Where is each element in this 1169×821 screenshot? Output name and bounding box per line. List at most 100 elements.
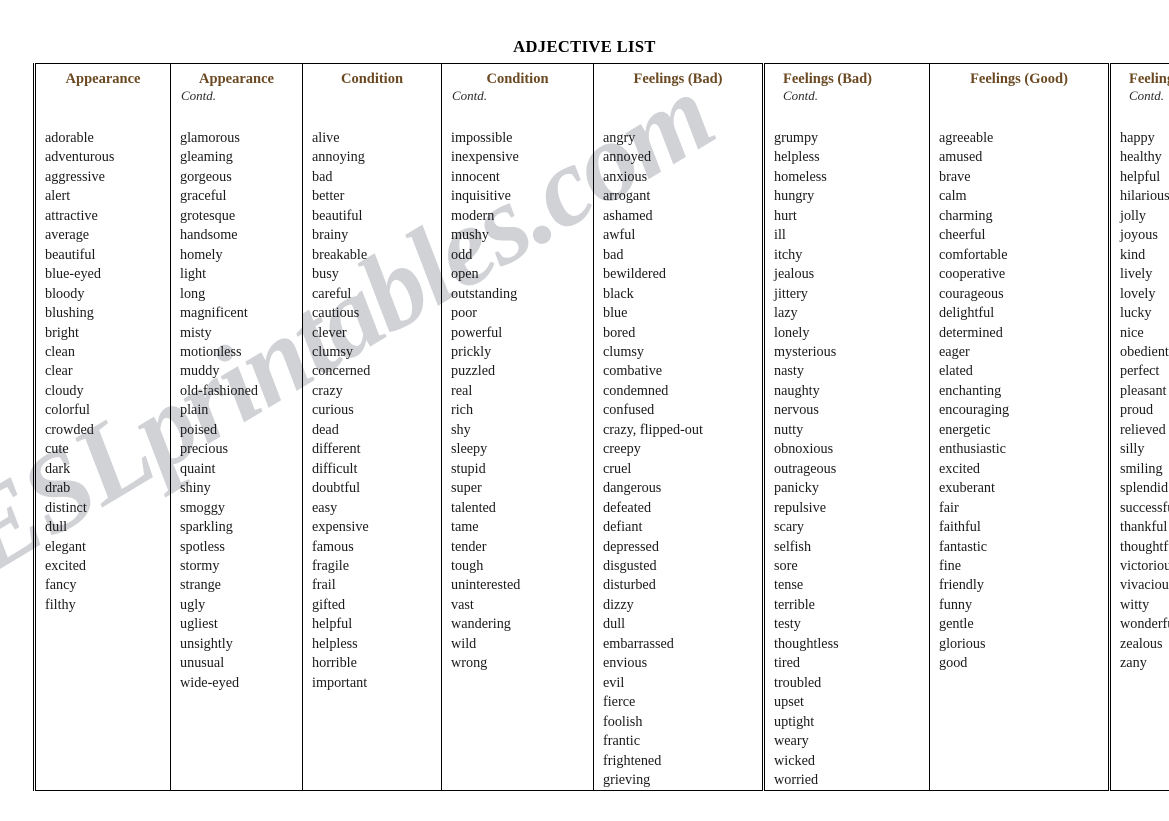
- column-header-7: Feelings (Good): [929, 63, 1110, 129]
- word-item: smoggy: [180, 499, 225, 516]
- word-item: clean: [45, 343, 75, 360]
- word-item: fierce: [603, 694, 636, 711]
- word-item: wicked: [774, 752, 815, 769]
- word-item: mysterious: [774, 343, 837, 360]
- word-item: selfish: [774, 538, 812, 555]
- word-item: dangerous: [603, 480, 662, 497]
- word-item: joyous: [1120, 227, 1158, 244]
- word-item: careful: [312, 285, 352, 302]
- word-item: glamorous: [180, 130, 240, 146]
- word-list: impossible inexpensive innocent inquisitive…: [442, 129, 593, 674]
- word-item: hilarious: [1120, 188, 1169, 205]
- word-item: exuberant: [939, 480, 995, 497]
- word-item: ugliest: [180, 616, 218, 633]
- word-item: creepy: [603, 441, 641, 458]
- column-header-title: Feelings (Good): [970, 71, 1068, 87]
- word-item: long: [180, 285, 206, 302]
- word-item: fragile: [312, 557, 350, 574]
- word-item: embarrassed: [603, 635, 674, 652]
- word-item: vast: [451, 596, 474, 613]
- column-body-6: grumpy helpless homeless hungry hurt ill itchy…: [762, 129, 930, 792]
- word-item: nice: [1120, 324, 1144, 341]
- word-item: smiling: [1120, 460, 1163, 477]
- word-item: awful: [603, 227, 636, 244]
- word-item: witty: [1120, 596, 1150, 613]
- word-item: excited: [939, 460, 980, 477]
- word-item: foolish: [603, 713, 643, 730]
- word-item: lively: [1120, 266, 1153, 283]
- word-item: anxious: [603, 168, 648, 185]
- column-body-5: angry annoyed anxious arrogant ashamed awful b…: [593, 129, 764, 792]
- word-list: adorable adventurous aggressive alert attrac…: [36, 129, 170, 615]
- page-title: ADJECTIVE LIST: [513, 37, 656, 56]
- word-item: sore: [774, 557, 798, 574]
- word-item: delightful: [939, 305, 995, 322]
- word-item: weary: [774, 733, 809, 750]
- word-item: cute: [45, 441, 69, 458]
- word-item: powerful: [451, 324, 503, 341]
- word-item: wide-eyed: [180, 674, 240, 691]
- word-item: charming: [939, 207, 993, 224]
- word-item: lucky: [1120, 305, 1152, 322]
- word-item: jittery: [774, 285, 808, 302]
- word-item: nutty: [774, 421, 804, 438]
- word-item: attractive: [45, 207, 98, 224]
- column-header-title: Appearance: [65, 71, 141, 87]
- word-item: dizzy: [603, 596, 634, 613]
- word-item: distinct: [45, 499, 87, 516]
- word-item: curious: [312, 402, 354, 419]
- column-header-title: Feelings (Good): [1129, 71, 1169, 87]
- word-item: dead: [312, 421, 339, 438]
- word-item: elated: [939, 363, 973, 380]
- column-header-8: Feelings (Good)Contd.: [1108, 63, 1169, 129]
- column-header-subtitle: [938, 89, 1100, 105]
- word-item: uptight: [774, 713, 815, 730]
- word-item: bewildered: [603, 266, 667, 283]
- word-item: crazy, flipped-out: [603, 421, 703, 438]
- word-item: upset: [774, 694, 804, 711]
- word-item: grumpy: [774, 130, 819, 146]
- word-item: poised: [180, 421, 218, 438]
- word-item: outrageous: [774, 460, 837, 477]
- word-item: shiny: [180, 480, 211, 497]
- word-item: homeless: [774, 168, 827, 185]
- word-item: old-fashioned: [180, 382, 259, 399]
- column-header-2: Appearance Contd.: [170, 63, 303, 129]
- word-item: prickly: [451, 343, 492, 360]
- word-item: amused: [939, 149, 983, 166]
- column-header-subtitle: Contd.: [452, 87, 488, 103]
- word-item: helpless: [774, 149, 820, 166]
- word-item: helpless: [312, 635, 358, 652]
- word-list: glamorous gleaming gorgeous graceful grotesq…: [171, 129, 302, 693]
- word-item: helpful: [312, 616, 353, 633]
- word-item: cheerful: [939, 227, 986, 244]
- word-item: horrible: [312, 655, 357, 672]
- column-body-8: happy healthy helpful hilarious jolly joyous k…: [1108, 129, 1169, 792]
- word-item: hungry: [774, 188, 815, 205]
- word-item: kind: [1120, 246, 1146, 263]
- word-item: misty: [180, 324, 212, 341]
- column-header-6: Feelings (Bad) Contd.: [762, 63, 930, 129]
- word-item: adorable: [45, 130, 94, 146]
- word-item: successful: [1120, 499, 1169, 516]
- column-header-title: Condition: [486, 71, 549, 87]
- word-item: open: [451, 266, 479, 283]
- adjective-list-page: ESLprintables.com ADJECTIVE LIST Appeara…: [0, 0, 1169, 821]
- word-item: muddy: [180, 363, 220, 380]
- word-item: drab: [45, 480, 71, 497]
- column-body-3: alive annoying bad better beautiful brainy bre…: [302, 129, 442, 792]
- word-item: easy: [312, 499, 338, 516]
- word-item: concerned: [312, 363, 371, 380]
- word-item: quaint: [180, 460, 216, 477]
- word-item: enthusiastic: [939, 441, 1006, 458]
- word-item: adventurous: [45, 149, 115, 166]
- word-item: panicky: [774, 480, 819, 497]
- word-item: fantastic: [939, 538, 988, 555]
- word-item: perfect: [1120, 363, 1160, 380]
- word-item: testy: [774, 616, 801, 633]
- word-item: elegant: [45, 538, 86, 555]
- word-item: healthy: [1120, 149, 1162, 166]
- word-item: sparkling: [180, 519, 233, 536]
- word-list: happy healthy helpful hilarious jolly joyous k…: [1111, 129, 1169, 674]
- word-item: silly: [1120, 441, 1145, 458]
